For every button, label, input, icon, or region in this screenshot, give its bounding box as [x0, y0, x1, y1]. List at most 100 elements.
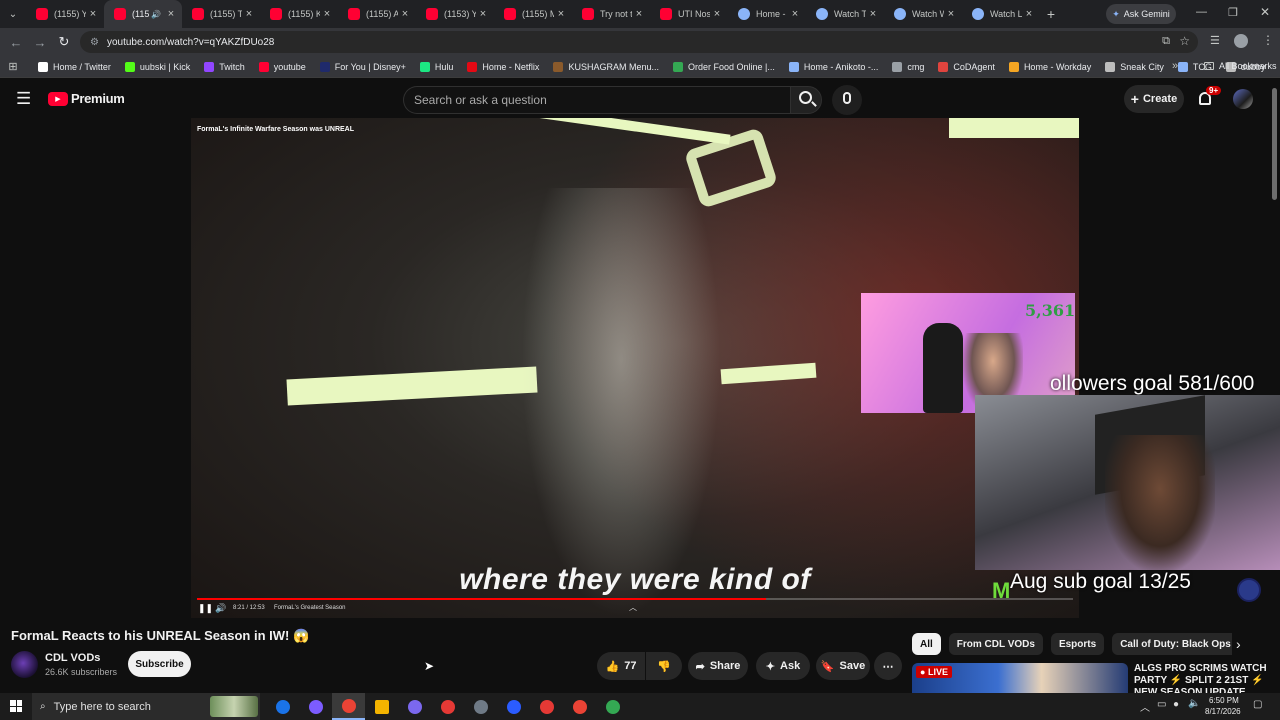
app-icon[interactable]: [497, 693, 530, 720]
voice-search-button[interactable]: [832, 85, 862, 115]
tab-close-icon[interactable]: ×: [86, 8, 100, 20]
browser-tab[interactable]: Home - ×: [728, 0, 806, 28]
bookmark-item[interactable]: For You | Disney+: [319, 61, 406, 72]
chapter-label[interactable]: FormaL's Greatest Season: [274, 605, 346, 611]
bookmark-item[interactable]: cmg: [892, 61, 924, 72]
back-arrow-icon[interactable]: ←: [4, 35, 28, 50]
browser-tab[interactable]: (1155) T ×: [182, 0, 260, 28]
restore-window-button[interactable]: ❐: [1228, 6, 1238, 19]
tab-close-icon[interactable]: ×: [164, 8, 178, 20]
speaker-icon[interactable]: 🔈: [1188, 698, 1200, 709]
notifications-button[interactable]: 9+: [1196, 86, 1222, 110]
page-scrollbar[interactable]: [1272, 88, 1277, 200]
clock-time[interactable]: 6:50 PM: [1209, 696, 1239, 705]
youtube-logo[interactable]: ▶ Premium: [48, 91, 125, 106]
ask-gemini-button[interactable]: ✦ Ask Gemini: [1106, 4, 1176, 24]
close-window-button[interactable]: ✕: [1260, 5, 1270, 19]
bookmark-item[interactable]: Home - Workday: [1008, 61, 1091, 72]
file-explorer-icon[interactable]: [365, 693, 398, 720]
browser-tab[interactable]: Watch L ×: [962, 0, 1040, 28]
save-button[interactable]: 🔖 Save: [816, 652, 870, 680]
chrome-icon[interactable]: [332, 693, 365, 720]
tab-audio-icon[interactable]: 🔊: [151, 10, 161, 19]
tab-close-icon[interactable]: ×: [1022, 8, 1036, 20]
bookmark-item[interactable]: Home - Netflix: [467, 61, 539, 72]
install-app-icon[interactable]: ⧉: [1162, 35, 1170, 48]
filter-chip[interactable]: All: [912, 633, 941, 655]
browser-tab[interactable]: Try not t ×: [572, 0, 650, 28]
bookmark-item[interactable]: Home / Twitter: [38, 61, 111, 72]
bookmark-item[interactable]: Sneak City: [1105, 61, 1164, 72]
tray-chevron-icon[interactable]: ︿: [1140, 699, 1150, 714]
chrome-icon[interactable]: [563, 693, 596, 720]
bookmark-item[interactable]: KUSHAGRAM Menu...: [553, 61, 659, 72]
browser-tab[interactable]: UTI Nos ×: [650, 0, 728, 28]
chips-next-chevron-icon[interactable]: ›: [1236, 636, 1241, 652]
channel-avatar[interactable]: [11, 651, 38, 678]
browser-tab[interactable]: (1155) M ×: [494, 0, 572, 28]
filter-chip[interactable]: From CDL VODs: [948, 633, 1043, 655]
tab-close-icon[interactable]: ×: [710, 8, 724, 20]
browser-tab[interactable]: (1155) Y ×: [26, 0, 104, 28]
tab-close-icon[interactable]: ×: [632, 8, 646, 20]
clock-date[interactable]: 8/17/2026: [1205, 707, 1241, 716]
search-input[interactable]: Search or ask a question: [403, 86, 790, 114]
ask-button[interactable]: ✦ Ask: [756, 652, 810, 680]
tab-close-icon[interactable]: ×: [320, 8, 334, 20]
discord-icon[interactable]: [299, 693, 332, 720]
apps-grid-icon[interactable]: ⊞: [0, 60, 26, 73]
bookmark-item[interactable]: uubski | Kick: [124, 61, 190, 72]
taskbar-search-box[interactable]: ⌕ Type here to search: [32, 693, 260, 720]
bookmark-item[interactable]: Order Food Online |...: [672, 61, 775, 72]
tab-close-icon[interactable]: ×: [476, 8, 490, 20]
related-video-thumbnail[interactable]: ● LIVE: [912, 663, 1128, 693]
browser-tab[interactable]: (115 🔊 ×: [104, 0, 182, 28]
dislike-button[interactable]: 👎: [646, 652, 682, 680]
address-bar[interactable]: ⚙ youtube.com/watch?v=qYAKZfDUo28 ⧉ ☆: [80, 31, 1198, 53]
tab-close-icon[interactable]: ×: [944, 8, 958, 20]
browser-tab[interactable]: (1153) Y ×: [416, 0, 494, 28]
notification-center-icon[interactable]: ▢: [1253, 699, 1262, 710]
game-controller-icon[interactable]: [398, 693, 431, 720]
bookmark-item[interactable]: youtube: [258, 61, 306, 72]
bookmark-item[interactable]: Hulu: [419, 61, 453, 72]
browser-menu-icon[interactable]: ⋮: [1262, 33, 1274, 47]
adobe-icon[interactable]: [530, 693, 563, 720]
bookmark-item[interactable]: Home - Anikoto -...: [788, 61, 878, 72]
search-button[interactable]: [790, 86, 822, 114]
bookmark-item[interactable]: CoDAgent: [938, 61, 995, 72]
browser-tab[interactable]: (1155) A ×: [338, 0, 416, 28]
browser-tab[interactable]: Watch W ×: [884, 0, 962, 28]
subscribe-button[interactable]: Subscribe: [128, 651, 191, 677]
collapse-chevron-icon[interactable]: ︿: [629, 602, 637, 613]
minimize-window-button[interactable]: —: [1196, 6, 1207, 18]
cortana-icon[interactable]: [266, 693, 299, 720]
bookmark-star-icon[interactable]: ☆: [1179, 34, 1190, 48]
media-player-icon[interactable]: [431, 693, 464, 720]
windows-start-icon[interactable]: [10, 700, 22, 712]
more-bookmarks-icon[interactable]: »: [1172, 60, 1178, 72]
reading-list-icon[interactable]: ☰: [1210, 34, 1220, 47]
hamburger-menu-icon[interactable]: ☰: [16, 89, 31, 109]
profile-avatar-icon[interactable]: [1234, 34, 1248, 48]
account-avatar[interactable]: [1233, 89, 1253, 109]
all-bookmarks-button[interactable]: All Bookmarks: [1204, 61, 1277, 71]
tab-close-icon[interactable]: ×: [788, 8, 802, 20]
channel-name[interactable]: CDL VODs: [45, 652, 100, 664]
more-actions-button[interactable]: ⋯: [874, 652, 902, 680]
related-video-title[interactable]: ALGS PRO SCRIMS WATCH PARTY ⚡ SPLIT 2 21…: [1134, 663, 1274, 693]
share-button[interactable]: ➦ Share: [688, 652, 748, 680]
progress-bar[interactable]: [197, 598, 1073, 600]
volume-icon[interactable]: 🔊: [215, 603, 226, 614]
tab-search-chevron-icon[interactable]: ⌄: [0, 9, 26, 20]
create-button[interactable]: + Create: [1124, 85, 1184, 113]
like-button[interactable]: 👍 77: [597, 652, 645, 680]
microphone-tray-icon[interactable]: ●: [1173, 699, 1179, 710]
bookmark-item[interactable]: Twitch: [204, 61, 245, 72]
browser-tab[interactable]: (1155) K ×: [260, 0, 338, 28]
reload-icon[interactable]: ↻: [52, 34, 76, 50]
chrome-icon[interactable]: [596, 693, 629, 720]
tab-close-icon[interactable]: ×: [554, 8, 568, 20]
forward-arrow-icon[interactable]: →: [28, 35, 52, 50]
site-info-icon[interactable]: ⚙: [90, 37, 99, 48]
